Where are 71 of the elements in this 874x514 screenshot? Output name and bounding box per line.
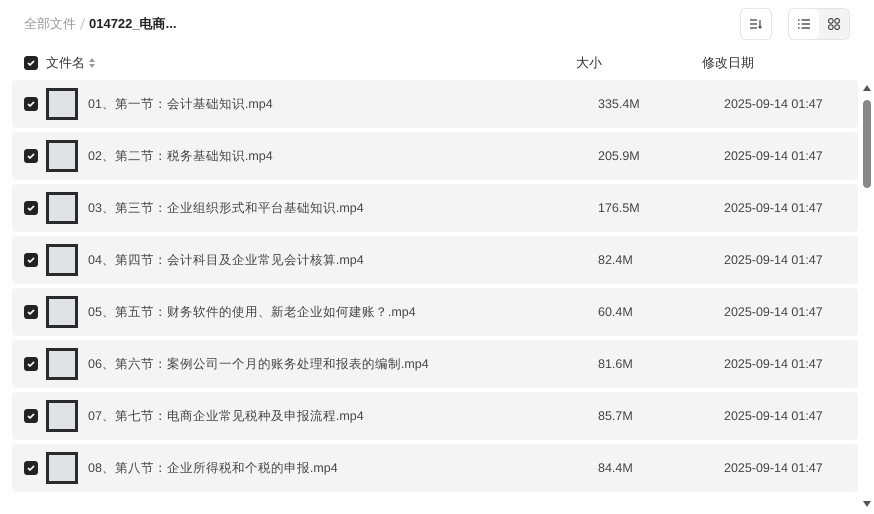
- checkbox[interactable]: [24, 149, 38, 163]
- checkmark-icon: [27, 412, 35, 420]
- checkbox[interactable]: [24, 461, 38, 475]
- file-size: 60.4M: [598, 304, 634, 321]
- file-name: 01、第一节：会计基础知识.mp4: [88, 96, 274, 113]
- checkmark-icon: [27, 100, 35, 108]
- file-name: 03、第三节：企业组织形式和平台基础知识.mp4: [88, 200, 365, 217]
- checkbox[interactable]: [24, 253, 38, 267]
- checkmark-icon: [27, 59, 35, 67]
- file-row[interactable]: 01、第一节：会计基础知识.mp4 335.4M 2025-09-14 01:47: [12, 80, 858, 128]
- checkbox[interactable]: [24, 56, 38, 70]
- checkmark-icon: [27, 464, 35, 472]
- grid-icon: [828, 18, 840, 30]
- modified-date: 2025-09-14 01:47: [724, 96, 823, 113]
- modified-date: 2025-09-14 01:47: [724, 408, 823, 425]
- breadcrumb-item: 014722_电商...: [89, 15, 176, 34]
- video-thumbnail: [46, 348, 78, 380]
- file-name: 02、第二节：税务基础知识.mp4: [88, 148, 274, 165]
- file-size: 82.4M: [598, 252, 634, 269]
- file-row[interactable]: 05、第五节：财务软件的使用、新老企业如何建账？.mp4 60.4M 2025-09-14 01:47: [12, 288, 858, 336]
- video-thumbnail: [46, 400, 78, 432]
- file-name: 05、第五节：财务软件的使用、新老企业如何建账？.mp4: [88, 304, 417, 321]
- checkbox[interactable]: [24, 97, 38, 111]
- file-size: 85.7M: [598, 408, 634, 425]
- modified-date: 2025-09-14 01:47: [724, 304, 823, 321]
- checkmark-icon: [27, 152, 35, 160]
- file-row[interactable]: 04、第四节：会计科目及企业常见会计核算.mp4 82.4M 2025-09-14 01:47: [12, 236, 858, 284]
- checkbox[interactable]: [24, 201, 38, 215]
- sort-button[interactable]: [740, 8, 772, 40]
- modified-date: 2025-09-14 01:47: [724, 200, 823, 217]
- scrollbar-thumb[interactable]: [863, 100, 871, 188]
- video-thumbnail: [46, 88, 78, 120]
- checkmark-icon: [27, 204, 35, 212]
- video-thumbnail: [46, 452, 78, 484]
- video-thumbnail: [46, 140, 78, 172]
- checkbox[interactable]: [24, 305, 38, 319]
- modified-date: 2025-09-14 01:47: [724, 252, 823, 269]
- modified-date: 2025-09-14 01:47: [724, 148, 823, 165]
- modified-date: 2025-09-14 01:47: [724, 460, 823, 477]
- file-size: 176.5M: [598, 200, 641, 217]
- file-size: 205.9M: [598, 148, 641, 165]
- file-name: 08、第八节：企业所得税和个税的申报.mp4: [88, 460, 339, 477]
- column-header[interactable]: 大小: [576, 53, 702, 73]
- sort-icon: [750, 19, 762, 29]
- sort-arrows-icon: [89, 58, 95, 68]
- list-icon: [798, 19, 810, 29]
- checkmark-icon: [27, 256, 35, 264]
- column-header[interactable]: 修改日期: [702, 53, 754, 73]
- file-row[interactable]: 06、第六节：案例公司一个月的账务处理和报表的编制.mp4 81.6M 2025-09-14 01:47: [12, 340, 858, 388]
- checkbox[interactable]: [24, 409, 38, 423]
- file-row[interactable]: 08、第八节：企业所得税和个税的申报.mp4 84.4M 2025-09-14 01:47: [12, 444, 858, 492]
- file-name: 07、第七节：电商企业常见税种及申报流程.mp4: [88, 408, 365, 425]
- checkmark-icon: [27, 308, 35, 316]
- file-row[interactable]: 07、第七节：电商企业常见税种及申报流程.mp4 85.7M 2025-09-14 01:47: [12, 392, 858, 440]
- file-size: 81.6M: [598, 356, 634, 373]
- file-name: 04、第四节：会计科目及企业常见会计核算.mp4: [88, 252, 365, 269]
- column-header[interactable]: 文件名: [46, 53, 85, 73]
- video-thumbnail: [46, 192, 78, 224]
- checkbox[interactable]: [24, 357, 38, 371]
- scroll-up-icon[interactable]: [863, 84, 871, 92]
- file-size: 335.4M: [598, 96, 641, 113]
- file-name: 06、第六节：案例公司一个月的账务处理和报表的编制.mp4: [88, 356, 430, 373]
- scroll-down-icon[interactable]: [863, 500, 871, 508]
- video-thumbnail: [46, 244, 78, 276]
- file-size: 84.4M: [598, 460, 634, 477]
- list-view-button[interactable]: [789, 9, 819, 39]
- file-row[interactable]: 03、第三节：企业组织形式和平台基础知识.mp4 176.5M 2025-09-14 01:47: [12, 184, 858, 232]
- modified-date: 2025-09-14 01:47: [724, 356, 823, 373]
- file-row[interactable]: 02、第二节：税务基础知识.mp4 205.9M 2025-09-14 01:47: [12, 132, 858, 180]
- video-thumbnail: [46, 296, 78, 328]
- checkmark-icon: [27, 360, 35, 368]
